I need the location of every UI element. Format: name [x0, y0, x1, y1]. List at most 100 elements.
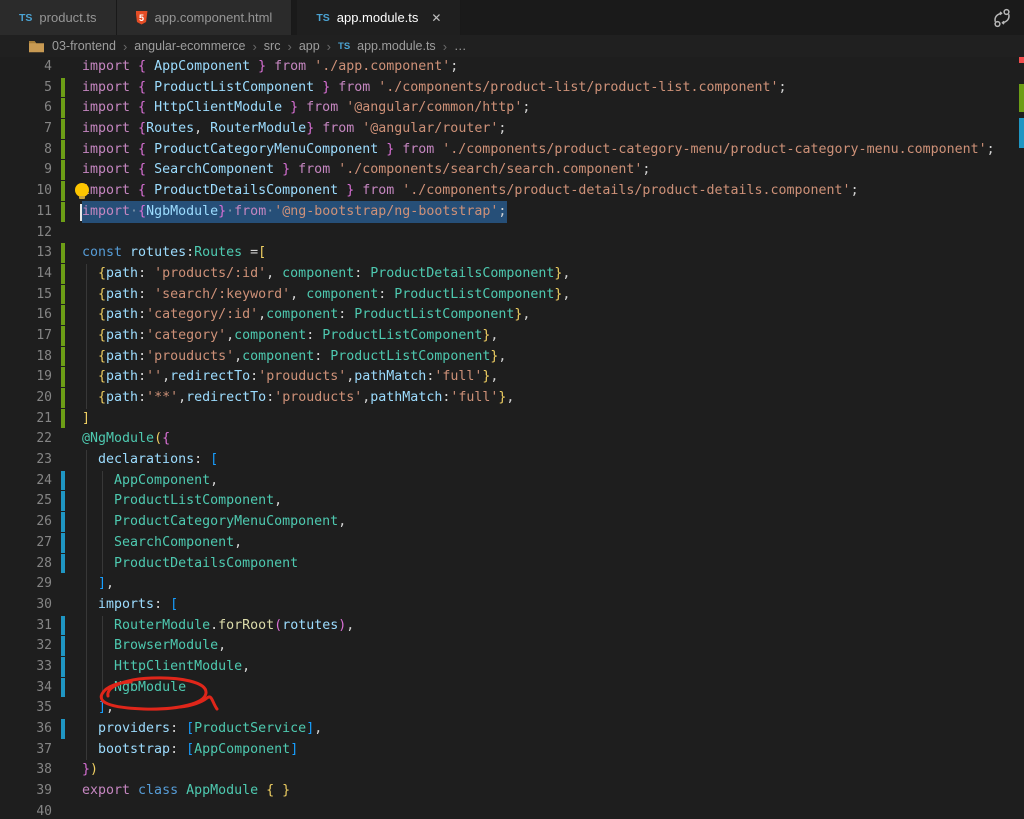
- code-text: import { SearchComponent } from './compo…: [82, 162, 651, 178]
- code-line-11[interactable]: 11 import·{NgbModule}·from·'@ng-bootstrap…: [0, 200, 1024, 223]
- code-text: providers: [ProductService],: [98, 721, 323, 736]
- code-line-35[interactable]: 35 ],: [0, 698, 1024, 719]
- breadcrumb-item-app[interactable]: app: [299, 39, 320, 53]
- code-text: HttpClientModule,: [114, 658, 251, 674]
- code-line-8[interactable]: 8 import { ProductCategoryMenuComponent }…: [0, 139, 1024, 161]
- code-line-27[interactable]: 27 SearchComponent,: [0, 532, 1024, 554]
- git-modified-gutter-marker: [61, 615, 65, 636]
- line-number: 10: [36, 183, 52, 199]
- line-number: 16: [36, 307, 52, 323]
- git-added-gutter-marker: [61, 284, 65, 305]
- code-text: ProductCategoryMenuComponent,: [114, 514, 347, 530]
- code-line-10[interactable]: 10 import { ProductDetailsComponent } fro…: [0, 181, 1024, 202]
- line-number: 11: [36, 203, 52, 219]
- tab-product-ts[interactable]: TS product.ts: [0, 0, 117, 35]
- code-line-15[interactable]: 15 {path: 'search/:keyword', component: …: [0, 284, 1024, 306]
- code-line-12[interactable]: 12: [0, 223, 1024, 244]
- code-text: {path: 'products/:id', component: Produc…: [98, 265, 571, 281]
- git-modified-gutter-marker: [61, 553, 65, 574]
- code-line-5[interactable]: 5 import { ProductListComponent } from '.…: [0, 77, 1024, 99]
- split-compare-icon[interactable]: [992, 8, 1012, 28]
- code-line-9[interactable]: 9 import { SearchComponent } from './comp…: [0, 160, 1024, 181]
- breadcrumb-overflow[interactable]: …: [454, 39, 467, 53]
- code-line-30[interactable]: 30 imports: [: [0, 594, 1024, 616]
- line-number: 17: [36, 327, 52, 343]
- overview-ruler[interactable]: [1019, 57, 1024, 819]
- git-added-gutter-marker: [61, 181, 65, 201]
- code-line-6[interactable]: 6 import { HttpClientModule } from '@angu…: [0, 98, 1024, 119]
- code-text: import { ProductCategoryMenuComponent } …: [82, 141, 995, 157]
- breadcrumb-item-angular-ecommerce[interactable]: angular-ecommerce: [134, 39, 245, 53]
- line-number: 38: [36, 762, 52, 778]
- code-text: {path:'category',component: ProductListC…: [98, 327, 499, 343]
- git-added-gutter-marker: [61, 325, 65, 346]
- git-added-gutter-marker: [61, 305, 65, 325]
- git-added-gutter-marker: [61, 139, 65, 160]
- code-line-34[interactable]: 34 NgbModule: [0, 676, 1024, 711]
- code-line-28[interactable]: 28 ProductDetailsComponent: [0, 553, 1024, 575]
- code-line-22[interactable]: 22 @NgModule({: [0, 429, 1024, 450]
- code-line-38[interactable]: 38}): [0, 760, 1024, 781]
- breadcrumb-item-file[interactable]: app.module.ts: [357, 39, 436, 53]
- code-text: {path: 'search/:keyword', component: Pro…: [98, 286, 571, 302]
- line-number: 27: [36, 534, 52, 550]
- editor-tab-bar: TS product.ts 5 app.component.html TS app.mod…: [0, 0, 1024, 35]
- code-editor[interactable]: 4 import { AppComponent } from './app.com…: [0, 57, 1024, 819]
- tab-app-component-html[interactable]: 5 app.component.html: [116, 0, 293, 35]
- code-text: RouterModule.forRoot(rotutes),: [114, 617, 355, 633]
- code-line-14[interactable]: 14 {path: 'products/:id', component: Pro…: [0, 263, 1024, 285]
- code-line-32[interactable]: 32 BrowserModule,: [0, 636, 1024, 657]
- breadcrumb-item-src[interactable]: src: [264, 39, 281, 53]
- code-text: ]: [82, 410, 91, 426]
- git-modified-gutter-marker: [61, 532, 65, 553]
- code-line-13[interactable]: 13 const rotutes:Routes =[: [0, 243, 1024, 264]
- code-line-17[interactable]: 17 {path:'category',component: ProductLi…: [0, 325, 1024, 347]
- breadcrumb-item-03-frontend[interactable]: 03-frontend: [52, 39, 116, 53]
- code-line-26[interactable]: 26 ProductCategoryMenuComponent,: [0, 512, 1024, 533]
- code-line-23[interactable]: 23 declarations: [: [0, 450, 1024, 471]
- tab-app-module-ts[interactable]: TS app.module.ts ✕: [297, 0, 462, 35]
- code-text: declarations: [: [98, 452, 219, 468]
- code-line-25[interactable]: 25 ProductListComponent,: [0, 491, 1024, 513]
- line-number: 12: [36, 224, 52, 240]
- overview-ruler-mark: [1019, 118, 1024, 148]
- code-text: import { ProductListComponent } from './…: [82, 79, 787, 95]
- code-line-16[interactable]: 16 {path:'category/:id',component: Produ…: [0, 305, 1024, 326]
- code-line-29[interactable]: 29 ],: [0, 574, 1024, 595]
- code-line-4[interactable]: 4 import { AppComponent } from './app.com…: [0, 57, 1024, 78]
- code-line-20[interactable]: 20 {path:'**',redirectTo:'prouducts',pat…: [0, 388, 1024, 409]
- overview-ruler-mark: [1019, 57, 1024, 63]
- code-line-37[interactable]: 37 bootstrap: [AppComponent]: [0, 739, 1024, 761]
- code-text: ],: [98, 576, 115, 592]
- code-line-24[interactable]: 24 AppComponent,: [0, 470, 1024, 492]
- code-line-19[interactable]: 19 {path:'',redirectTo:'prouducts',pathM…: [0, 367, 1024, 388]
- code-line-21[interactable]: 21]: [0, 408, 1024, 430]
- code-line-36[interactable]: 36 providers: [ProductService],: [0, 719, 1024, 740]
- line-number: 34: [36, 679, 52, 695]
- chevron-right-icon: ›: [287, 38, 292, 54]
- code-line-33[interactable]: 33 HttpClientModule,: [0, 656, 1024, 678]
- git-modified-gutter-marker: [61, 636, 65, 656]
- line-number: 26: [36, 514, 52, 530]
- git-added-gutter-marker: [61, 243, 65, 263]
- code-line-31[interactable]: 31 RouterModule.forRoot(rotutes),: [0, 615, 1024, 637]
- line-number: 40: [36, 803, 52, 819]
- chevron-right-icon: ›: [326, 38, 332, 54]
- git-added-gutter-marker: [61, 388, 65, 408]
- code-line-18[interactable]: 18 {path:'prouducts',component: ProductL…: [0, 346, 1024, 368]
- line-number: 36: [36, 721, 52, 736]
- breadcrumb: 03-frontend › angular-ecommerce › src › app › TS…: [0, 35, 1024, 57]
- close-icon[interactable]: ✕: [431, 11, 441, 25]
- line-number: 25: [36, 493, 52, 509]
- line-number: 33: [36, 658, 52, 674]
- line-number: 35: [36, 700, 52, 716]
- git-added-gutter-marker: [61, 160, 65, 181]
- code-text: {path:'prouducts',component: ProductList…: [98, 348, 507, 364]
- code-line-7[interactable]: 7 import {Routes, RouterModule} from '@an…: [0, 119, 1024, 140]
- line-number: 32: [36, 638, 52, 654]
- code-line-39[interactable]: 39 export class AppModule { }: [0, 781, 1024, 802]
- code-text: ProductDetailsComponent: [114, 555, 299, 571]
- code-line-40[interactable]: 40: [0, 802, 1024, 819]
- text-cursor: [80, 203, 82, 221]
- line-number: 39: [36, 783, 52, 799]
